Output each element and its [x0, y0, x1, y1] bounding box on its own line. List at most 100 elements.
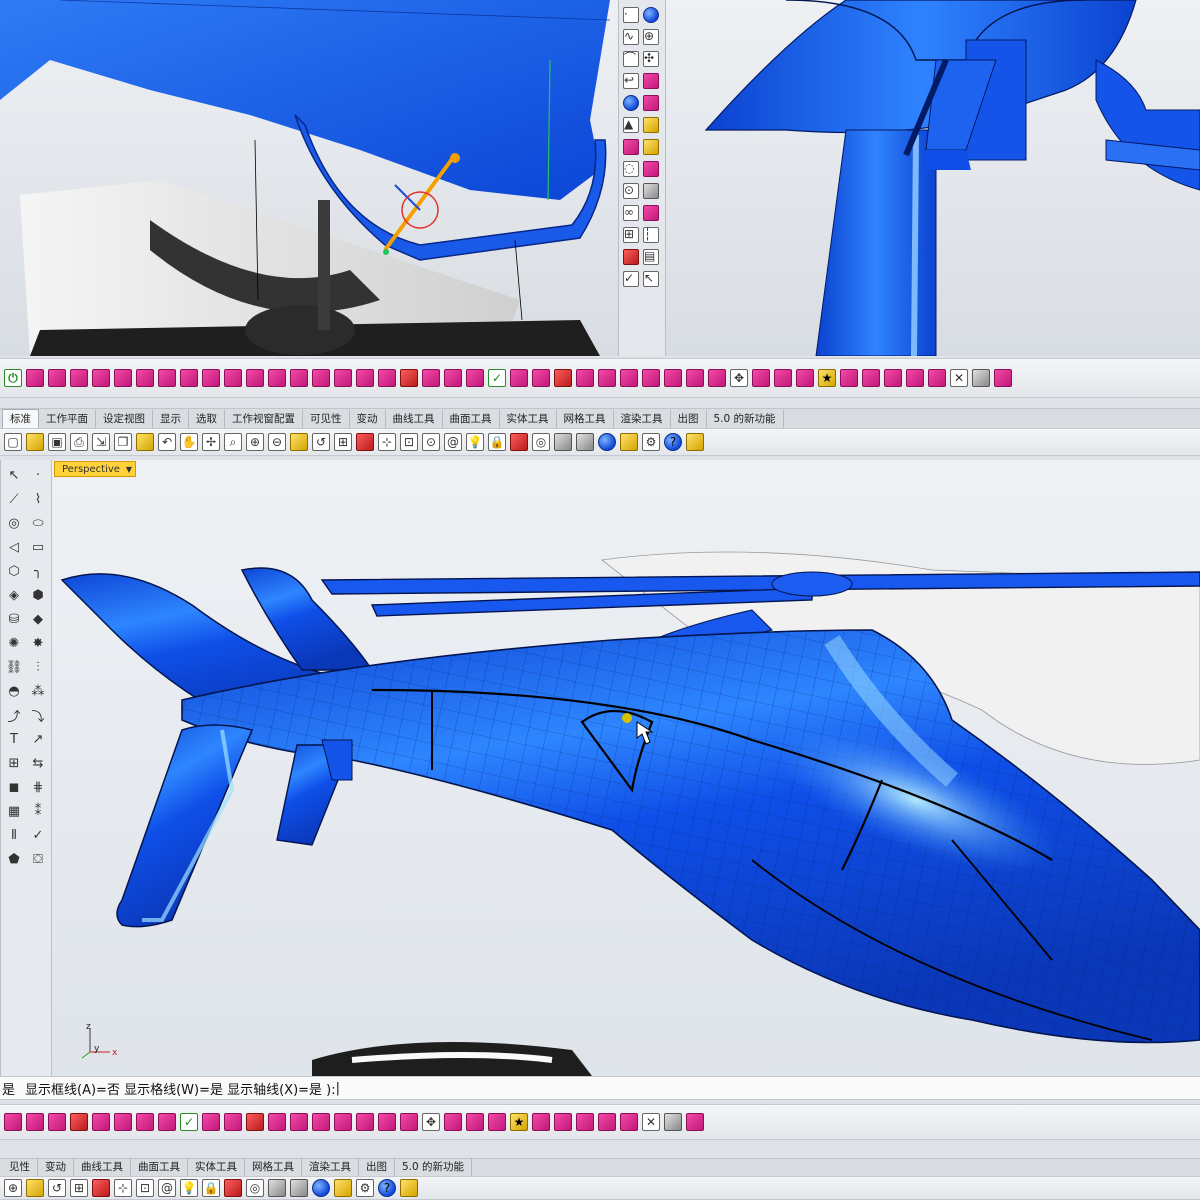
mesh-knot-icon[interactable]	[466, 1113, 484, 1131]
mesh-fill-icon[interactable]	[136, 1113, 154, 1131]
zoom-selected-icon[interactable]	[26, 1179, 44, 1197]
check-icon[interactable]: ✓	[623, 271, 639, 287]
tab-render-tools[interactable]: 渲染工具	[302, 1158, 359, 1176]
fillet-curve-icon[interactable]: ╮	[29, 562, 47, 580]
mesh-snap-icon[interactable]	[796, 369, 814, 387]
cube-icon[interactable]	[643, 117, 659, 133]
tab-drafting[interactable]: 出图	[359, 1158, 395, 1176]
mesh-icon[interactable]: ⋕	[29, 778, 47, 796]
mesh-tri-icon[interactable]	[532, 369, 550, 387]
rectangle-icon[interactable]: ▭	[29, 538, 47, 556]
properties-icon[interactable]	[334, 1179, 352, 1197]
mesh-edge-icon[interactable]	[576, 369, 594, 387]
arc-icon[interactable]: ⌒	[623, 51, 639, 67]
tab-surface-tools[interactable]: 曲面工具	[443, 410, 500, 428]
point-icon[interactable]: ·	[29, 466, 47, 484]
split-icon[interactable]: ⫶	[29, 658, 47, 676]
mesh-check-icon[interactable]: ✓	[180, 1113, 198, 1131]
mirror-icon[interactable]: ⇆	[29, 754, 47, 772]
patch-icon[interactable]	[623, 139, 639, 155]
snap-grid-icon[interactable]: ⊡	[400, 433, 418, 451]
tab-solid-tools[interactable]: 实体工具	[500, 410, 557, 428]
cplane-icon[interactable]: ⊹	[114, 1179, 132, 1197]
dimension-icon[interactable]: ↗	[29, 730, 47, 748]
pan-hand-icon[interactable]: ✋	[180, 433, 198, 451]
mesh-star-icon[interactable]: ★	[510, 1113, 528, 1131]
save-icon[interactable]: ▣	[48, 433, 66, 451]
tab-display[interactable]: 显示	[153, 410, 189, 428]
paint-bucket-icon[interactable]: ⛋	[29, 850, 47, 868]
mesh-plane-icon[interactable]	[70, 369, 88, 387]
mesh-join-icon[interactable]	[114, 369, 132, 387]
layer-icon[interactable]	[510, 433, 528, 451]
viewport-title-tab[interactable]: Perspective ▼	[54, 461, 136, 477]
dimension-icon[interactable]	[623, 249, 639, 265]
chevron-down-icon[interactable]: ▼	[126, 465, 132, 474]
tab-curve-tools[interactable]: 曲线工具	[386, 410, 443, 428]
zoom-dynamic-icon[interactable]: ⊕	[246, 433, 264, 451]
mesh-net-icon[interactable]	[620, 1113, 638, 1131]
tab-visibility[interactable]: 见性	[2, 1158, 38, 1176]
tab-transform[interactable]: 变动	[38, 1158, 74, 1176]
mesh-settings-icon[interactable]	[686, 1113, 704, 1131]
print-icon[interactable]: ⎙	[70, 433, 88, 451]
rendered-sphere-icon[interactable]	[576, 433, 594, 451]
mesh-knot-icon[interactable]	[774, 369, 792, 387]
tab-visibility[interactable]: 可见性	[303, 410, 350, 428]
shade-icon[interactable]	[643, 183, 659, 199]
mesh-trim-icon[interactable]	[290, 369, 308, 387]
tab-mesh-tools[interactable]: 网格工具	[245, 1158, 302, 1176]
properties-icon[interactable]	[620, 433, 638, 451]
zoom-dynamic-icon[interactable]: ⊕	[4, 1179, 22, 1197]
mesh-collapse-icon[interactable]	[356, 369, 374, 387]
mesh-flip-icon[interactable]	[334, 369, 352, 387]
mesh-explode-icon[interactable]	[400, 369, 418, 387]
mesh-refine-icon[interactable]	[334, 1113, 352, 1131]
mesh-vertex-icon[interactable]	[598, 369, 616, 387]
light-bulb-icon[interactable]: 💡	[466, 433, 484, 451]
boolean-icon[interactable]: ✺	[5, 634, 23, 652]
extrude-icon[interactable]: ◆	[29, 610, 47, 628]
mesh-box-icon[interactable]	[4, 1113, 22, 1131]
mesh-branch-icon[interactable]	[752, 369, 770, 387]
lock-icon[interactable]: 🔒	[488, 433, 506, 451]
mesh-join-icon[interactable]	[92, 1113, 110, 1131]
paste-icon[interactable]	[136, 433, 154, 451]
mesh-steam-icon[interactable]	[554, 1113, 572, 1131]
snap-grid-icon[interactable]: ⊡	[136, 1179, 154, 1197]
mesh-sheet-icon[interactable]	[598, 1113, 616, 1131]
explode-icon[interactable]: ✸	[29, 634, 47, 652]
spiral-icon[interactable]: @	[444, 433, 462, 451]
text-icon[interactable]: T	[5, 730, 23, 748]
trim-icon[interactable]: ◓	[5, 682, 23, 700]
options-icon[interactable]: ⚙	[642, 433, 660, 451]
render-icon[interactable]: ⬟	[5, 850, 23, 868]
mesh-star-icon[interactable]: ★	[818, 369, 836, 387]
cursor-icon[interactable]: ↖	[643, 271, 659, 287]
mesh-patch-icon[interactable]	[224, 369, 242, 387]
tab-curve-tools[interactable]: 曲线工具	[74, 1158, 131, 1176]
rotate-view-icon[interactable]: ✢	[202, 433, 220, 451]
zoom-extents-icon[interactable]: ⊖	[268, 433, 286, 451]
undo-icon[interactable]: ↶	[158, 433, 176, 451]
zoom-window-icon[interactable]: ⌕	[224, 433, 242, 451]
color-wheel-icon[interactable]: ◎	[532, 433, 550, 451]
help-icon[interactable]: ?	[378, 1179, 396, 1197]
curvature-icon[interactable]: ⫴	[5, 826, 23, 844]
power-icon[interactable]: ⏻	[4, 369, 22, 387]
magnet-icon[interactable]	[643, 161, 659, 177]
polygon-icon[interactable]: ⬡	[5, 562, 23, 580]
cylinder-icon[interactable]: ⛁	[5, 610, 23, 628]
tab-render-tools[interactable]: 渲染工具	[614, 410, 671, 428]
viewport-top-right[interactable]	[666, 0, 1200, 356]
mesh-extract-icon[interactable]	[180, 369, 198, 387]
fillet-edge-icon[interactable]: ⤴	[5, 706, 23, 725]
mesh-cube-icon[interactable]	[26, 1113, 44, 1131]
mesh-repair-icon[interactable]	[686, 369, 704, 387]
light-bulb-icon[interactable]: 💡	[180, 1179, 198, 1197]
sphere-icon[interactable]	[623, 95, 639, 111]
hook-icon[interactable]: ↩	[623, 73, 639, 89]
mesh-delete-icon[interactable]	[554, 369, 572, 387]
mesh-tri-icon[interactable]	[224, 1113, 242, 1131]
tab-new-in-v5[interactable]: 5.0 的新功能	[707, 410, 784, 428]
